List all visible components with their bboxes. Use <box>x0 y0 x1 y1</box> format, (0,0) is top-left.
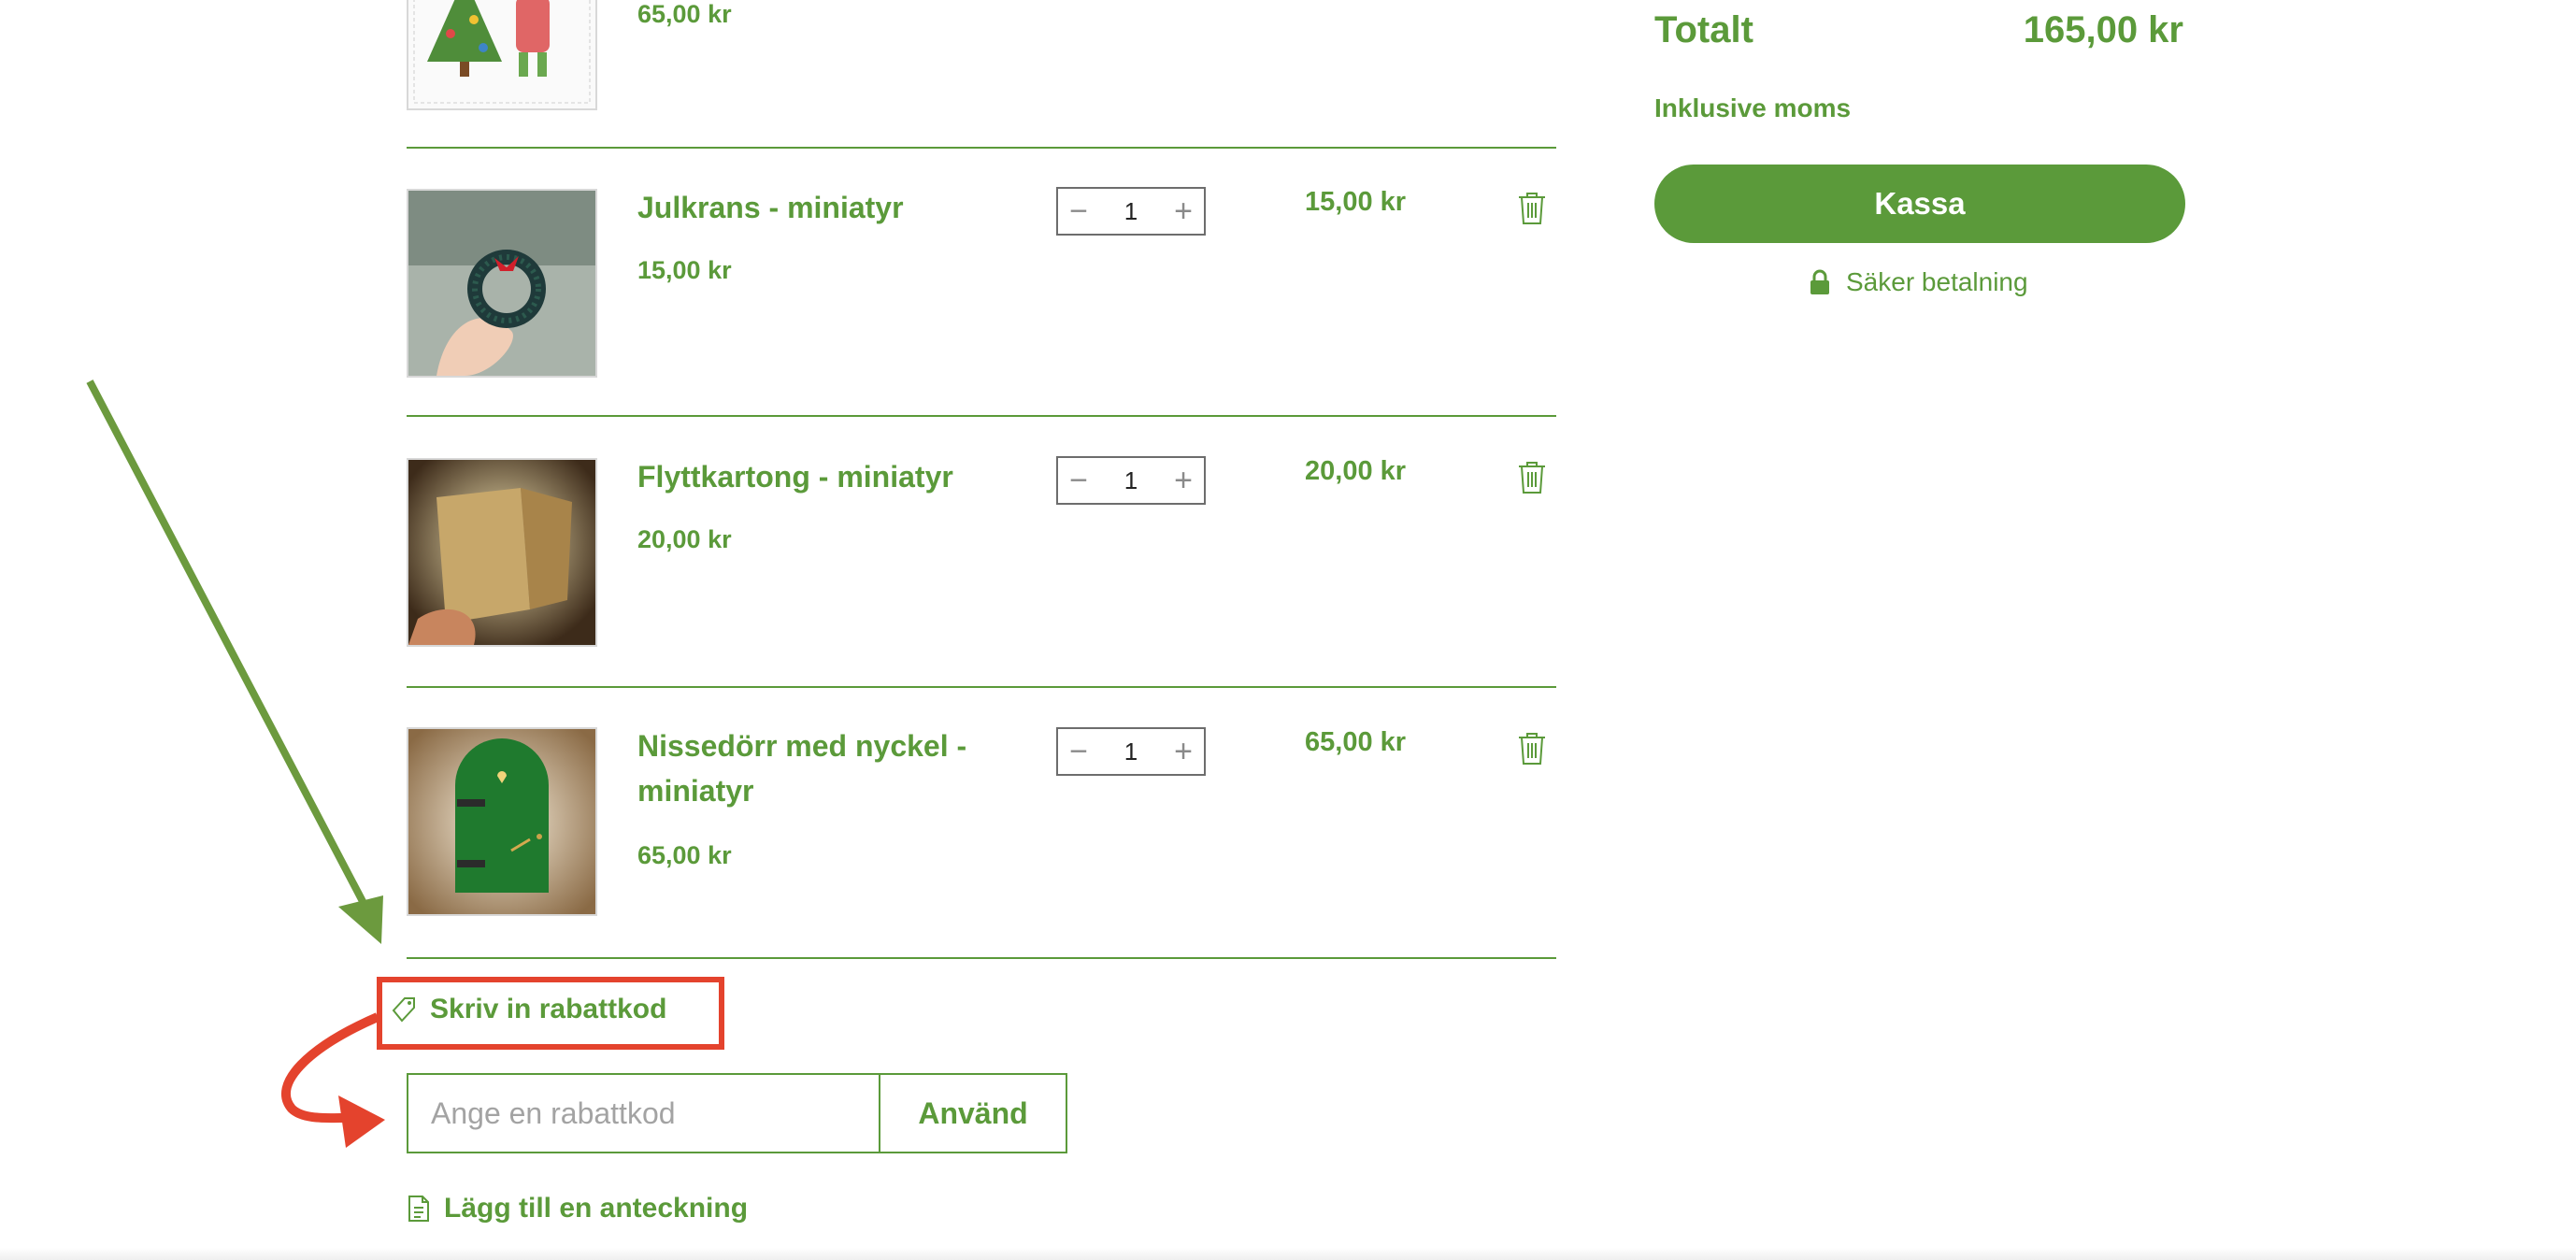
footer-shadow <box>0 1248 2576 1260</box>
red-arrow-head <box>338 1095 385 1148</box>
green-arrow-head <box>338 895 383 944</box>
green-arrow-shaft <box>86 379 370 910</box>
annotation-arrows <box>86 379 385 1148</box>
red-arrow-shaft <box>281 1012 379 1124</box>
